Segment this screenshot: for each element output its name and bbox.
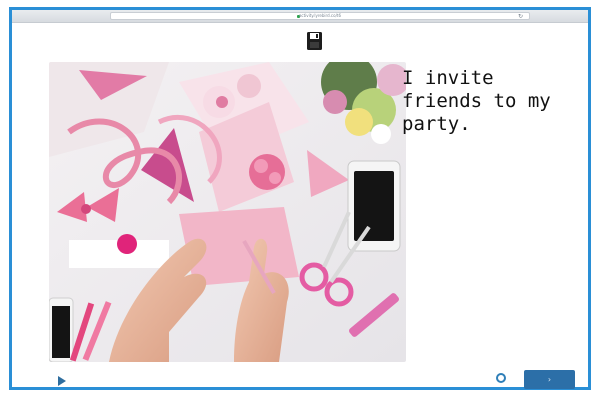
floppy-disk-icon[interactable]: [306, 31, 323, 51]
address-bar-url: activity.lyrebird.co/t6: [298, 13, 342, 18]
play-icon[interactable]: [56, 375, 68, 387]
reload-icon[interactable]: ↻: [518, 13, 523, 21]
slide-caption: I invite friends to my party.: [402, 67, 551, 135]
next-button[interactable]: ›: [524, 370, 575, 389]
loading-circle-icon: [496, 373, 506, 383]
address-bar[interactable]: activity.lyrebird.co/t6 ↻: [110, 12, 530, 20]
browser-toolbar: activity.lyrebird.co/t6 ↻: [12, 10, 588, 23]
app-window: activity.lyrebird.co/t6 ↻ I invite frien…: [9, 7, 591, 390]
party-craft-photo: [49, 62, 406, 362]
